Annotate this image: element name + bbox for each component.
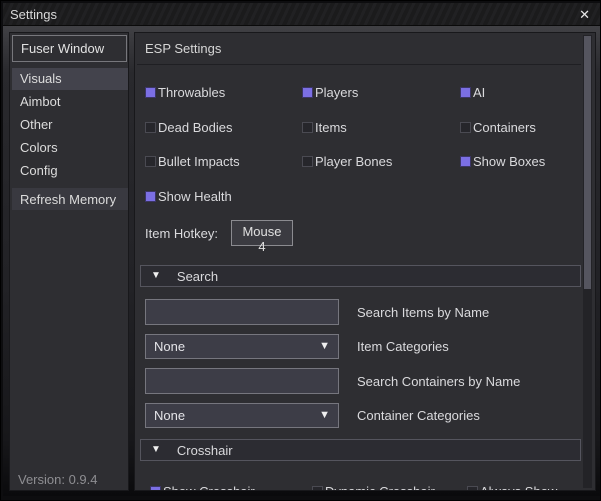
- checkbox-dynamic-crosshair[interactable]: Dynamic Crosshair: [312, 484, 435, 491]
- checkbox-icon: [145, 87, 156, 98]
- item-hotkey-row: Item Hotkey: Mouse 4: [145, 220, 293, 246]
- checkbox-icon: [460, 87, 471, 98]
- checkbox-show-boxes[interactable]: Show Boxes: [460, 154, 545, 169]
- field-label: Search Containers by Name: [357, 374, 520, 389]
- settings-window: Settings ✕ Fuser Window Visuals Aimbot O…: [0, 0, 601, 501]
- sidebar: Fuser Window Visuals Aimbot Other Colors…: [9, 32, 129, 491]
- search-containers-input[interactable]: [145, 368, 339, 394]
- header-divider: [137, 64, 581, 65]
- collapse-triangle-icon: ▼: [151, 445, 161, 455]
- checkbox-dead-bodies[interactable]: Dead Bodies: [145, 120, 232, 135]
- search-items-row: Search Items by Name: [145, 299, 489, 325]
- version-label: Version: 0.9.4: [18, 472, 98, 487]
- search-section-header[interactable]: ▼ Search: [140, 265, 581, 287]
- checkbox-icon: [145, 156, 156, 167]
- sidebar-item-other[interactable]: Other: [12, 114, 128, 136]
- vertical-scrollbar-thumb[interactable]: [584, 36, 591, 289]
- checkbox-icon: [302, 156, 313, 167]
- item-hotkey-label: Item Hotkey:: [145, 226, 218, 241]
- checkbox-containers[interactable]: Containers: [460, 120, 536, 135]
- checkbox-ai[interactable]: AI: [460, 85, 485, 100]
- item-categories-row: None ▼ Item Categories: [145, 334, 449, 359]
- sidebar-item-config[interactable]: Config: [12, 160, 128, 182]
- item-hotkey-button[interactable]: Mouse 4: [231, 220, 293, 246]
- sidebar-item-colors[interactable]: Colors: [12, 137, 128, 159]
- window-title: Settings: [10, 7, 57, 22]
- checkbox-throwables[interactable]: Throwables: [145, 85, 225, 100]
- checkbox-icon: [150, 486, 161, 491]
- checkbox-label: Items: [315, 120, 347, 135]
- vertical-scrollbar-track[interactable]: [583, 35, 592, 488]
- close-icon[interactable]: ✕: [579, 8, 590, 21]
- checkbox-label: Show Boxes: [473, 154, 545, 169]
- field-label: Search Items by Name: [357, 305, 489, 320]
- sidebar-item-aimbot[interactable]: Aimbot: [12, 91, 128, 113]
- search-containers-row: Search Containers by Name: [145, 368, 520, 394]
- esp-settings-header: ESP Settings: [145, 41, 221, 56]
- checkbox-icon: [302, 122, 313, 133]
- esp-settings-panel: ESP Settings Throwables Players AI Dead …: [134, 32, 596, 491]
- sidebar-item-visuals[interactable]: Visuals: [12, 68, 128, 90]
- checkbox-icon: [302, 87, 313, 98]
- item-categories-select[interactable]: None ▼: [145, 334, 339, 359]
- crosshair-section-header[interactable]: ▼ Crosshair: [140, 439, 581, 461]
- checkbox-always-show[interactable]: Always Show: [467, 484, 557, 491]
- checkbox-label: Player Bones: [315, 154, 392, 169]
- chevron-down-icon: ▼: [319, 341, 330, 352]
- checkbox-show-health[interactable]: Show Health: [145, 189, 232, 204]
- selected-value: None: [154, 339, 185, 354]
- container-categories-select[interactable]: None ▼: [145, 403, 339, 428]
- chevron-down-icon: ▼: [319, 410, 330, 421]
- checkbox-icon: [460, 122, 471, 133]
- checkbox-show-crosshair[interactable]: Show Crosshair: [150, 484, 255, 491]
- checkbox-items[interactable]: Items: [302, 120, 347, 135]
- collapse-triangle-icon: ▼: [151, 271, 161, 281]
- field-label: Container Categories: [357, 408, 480, 423]
- refresh-memory-button[interactable]: Refresh Memory: [12, 188, 128, 210]
- checkbox-label: Show Crosshair: [163, 484, 255, 491]
- checkbox-label: AI: [473, 85, 485, 100]
- checkbox-label: Always Show: [480, 484, 557, 491]
- checkbox-icon: [467, 486, 478, 491]
- checkbox-label: Throwables: [158, 85, 225, 100]
- section-title: Search: [177, 269, 218, 284]
- checkbox-label: Players: [315, 85, 358, 100]
- selected-value: None: [154, 408, 185, 423]
- checkbox-icon: [145, 122, 156, 133]
- checkbox-label: Containers: [473, 120, 536, 135]
- field-label: Item Categories: [357, 339, 449, 354]
- checkbox-icon: [312, 486, 323, 491]
- fuser-window-button[interactable]: Fuser Window: [12, 35, 127, 62]
- checkbox-label: Show Health: [158, 189, 232, 204]
- checkbox-icon: [460, 156, 471, 167]
- checkbox-label: Dead Bodies: [158, 120, 232, 135]
- search-items-input[interactable]: [145, 299, 339, 325]
- checkbox-bullet-impacts[interactable]: Bullet Impacts: [145, 154, 240, 169]
- checkbox-icon: [145, 191, 156, 202]
- checkbox-label: Dynamic Crosshair: [325, 484, 435, 491]
- section-title: Crosshair: [177, 443, 233, 458]
- title-bar[interactable]: Settings ✕: [3, 3, 600, 26]
- checkbox-players[interactable]: Players: [302, 85, 358, 100]
- container-categories-row: None ▼ Container Categories: [145, 403, 480, 428]
- checkbox-player-bones[interactable]: Player Bones: [302, 154, 392, 169]
- checkbox-label: Bullet Impacts: [158, 154, 240, 169]
